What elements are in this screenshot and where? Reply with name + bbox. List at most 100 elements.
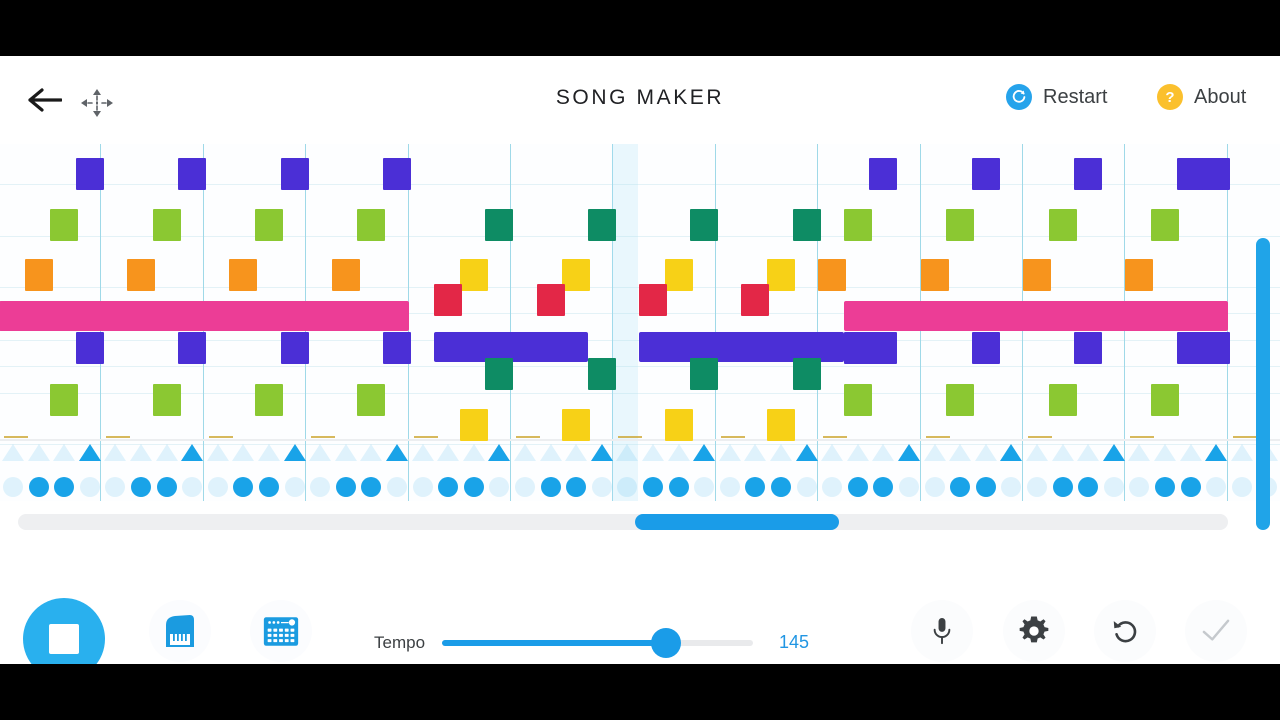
note-cell[interactable] (1151, 384, 1179, 416)
percussion-triangle-empty[interactable] (565, 444, 587, 461)
note-cell[interactable] (357, 209, 385, 241)
percussion-circle-active[interactable] (131, 477, 151, 497)
percussion-circle-empty[interactable] (720, 477, 740, 497)
percussion-triangle-active[interactable] (591, 444, 613, 461)
percussion-circle-empty[interactable] (387, 477, 407, 497)
note-cell[interactable] (25, 259, 53, 291)
note-cell[interactable] (1125, 259, 1153, 291)
note-cell[interactable] (178, 158, 206, 190)
note-cell[interactable] (946, 209, 974, 241)
percussion-circle-empty[interactable] (413, 477, 433, 497)
note-cell[interactable] (1074, 158, 1102, 190)
percussion-triangle-empty[interactable] (872, 444, 894, 461)
percussion-circle-empty[interactable] (105, 477, 125, 497)
note-cell[interactable] (921, 259, 949, 291)
note-cell[interactable] (1202, 332, 1230, 364)
note-cell[interactable] (1074, 332, 1102, 364)
note-cell[interactable] (869, 158, 897, 190)
percussion-triangle-empty[interactable] (744, 444, 766, 461)
note-cell[interactable] (76, 332, 104, 364)
percussion-circle-empty[interactable] (1232, 477, 1252, 497)
note-cell[interactable] (793, 358, 821, 390)
note-cell[interactable] (562, 409, 590, 441)
percussion-triangle-active[interactable] (181, 444, 203, 461)
note-cell[interactable] (281, 158, 309, 190)
percussion-triangle-empty[interactable] (668, 444, 690, 461)
percussion-circle-active[interactable] (1078, 477, 1098, 497)
percussion-triangle-empty[interactable] (232, 444, 254, 461)
percussion-triangle-empty[interactable] (642, 444, 664, 461)
note-cell[interactable] (537, 284, 565, 316)
note-cell[interactable] (767, 259, 795, 291)
horizontal-scrollbar-track[interactable] (18, 514, 1228, 530)
percussion-circle-active[interactable] (336, 477, 356, 497)
percussion-circle-active[interactable] (643, 477, 663, 497)
note-cell[interactable] (844, 209, 872, 241)
percussion-circle-active[interactable] (873, 477, 893, 497)
note-cell[interactable] (332, 259, 360, 291)
percussion-triangle-active[interactable] (1103, 444, 1125, 461)
note-cell[interactable] (665, 409, 693, 441)
percussion-circle-empty[interactable] (3, 477, 23, 497)
restart-button[interactable]: Restart (1006, 84, 1107, 110)
percussion-circle-empty[interactable] (1027, 477, 1047, 497)
percussion-circle-empty[interactable] (822, 477, 842, 497)
note-cell[interactable] (562, 259, 590, 291)
note-cell[interactable] (690, 209, 718, 241)
percussion-circle-empty[interactable] (80, 477, 100, 497)
note-cell[interactable] (460, 409, 488, 441)
percussion-circle-empty[interactable] (285, 477, 305, 497)
percussion-triangle-empty[interactable] (924, 444, 946, 461)
percussion-triangle-empty[interactable] (104, 444, 126, 461)
note-cell[interactable] (76, 158, 104, 190)
percussion-triangle-active[interactable] (1000, 444, 1022, 461)
undo-button[interactable]: Undo (1079, 600, 1171, 664)
note-bar[interactable] (844, 301, 1228, 331)
note-cell[interactable] (869, 332, 897, 364)
note-cell[interactable] (383, 158, 411, 190)
note-cell[interactable] (844, 332, 872, 364)
note-cell[interactable] (767, 409, 795, 441)
note-cell[interactable] (818, 259, 846, 291)
percussion-triangle-empty[interactable] (616, 444, 638, 461)
percussion-triangle-empty[interactable] (258, 444, 280, 461)
percussion-triangle-empty[interactable] (1180, 444, 1202, 461)
percussion-triangle-empty[interactable] (949, 444, 971, 461)
percussion-circle-active[interactable] (157, 477, 177, 497)
note-cell[interactable] (588, 209, 616, 241)
note-bar[interactable] (0, 301, 409, 331)
percussion-circle-empty[interactable] (899, 477, 919, 497)
percussion-circle-empty[interactable] (1001, 477, 1021, 497)
note-cell[interactable] (972, 158, 1000, 190)
note-cell[interactable] (50, 384, 78, 416)
percussion-circle-empty[interactable] (489, 477, 509, 497)
percussion-circle-active[interactable] (361, 477, 381, 497)
note-cell[interactable] (1202, 158, 1230, 190)
note-cell[interactable] (485, 209, 513, 241)
percussion-circle-active[interactable] (29, 477, 49, 497)
percussion-circle-empty[interactable] (515, 477, 535, 497)
note-cell[interactable] (127, 259, 155, 291)
percussion-triangle-empty[interactable] (719, 444, 741, 461)
percussion-circle-empty[interactable] (1206, 477, 1226, 497)
percussion-triangle-empty[interactable] (770, 444, 792, 461)
note-cell[interactable] (485, 358, 513, 390)
note-cell[interactable] (383, 332, 411, 364)
vertical-scrollbar-thumb[interactable] (1256, 238, 1270, 530)
percussion-triangle-active[interactable] (1205, 444, 1227, 461)
percussion-circle-active[interactable] (976, 477, 996, 497)
percussion-circle-empty[interactable] (797, 477, 817, 497)
note-cell[interactable] (229, 259, 257, 291)
mic-button[interactable]: Mic (896, 600, 988, 664)
horizontal-scrollbar-thumb[interactable] (635, 514, 839, 530)
percussion-circle-active[interactable] (54, 477, 74, 497)
percussion-triangle-empty[interactable] (437, 444, 459, 461)
percussion-triangle-empty[interactable] (1231, 444, 1253, 461)
percussion-triangle-active[interactable] (796, 444, 818, 461)
note-cell[interactable] (690, 358, 718, 390)
note-cell[interactable] (665, 259, 693, 291)
percussion-triangle-empty[interactable] (1052, 444, 1074, 461)
note-cell[interactable] (793, 209, 821, 241)
percussion-triangle-empty[interactable] (463, 444, 485, 461)
note-cell[interactable] (460, 259, 488, 291)
